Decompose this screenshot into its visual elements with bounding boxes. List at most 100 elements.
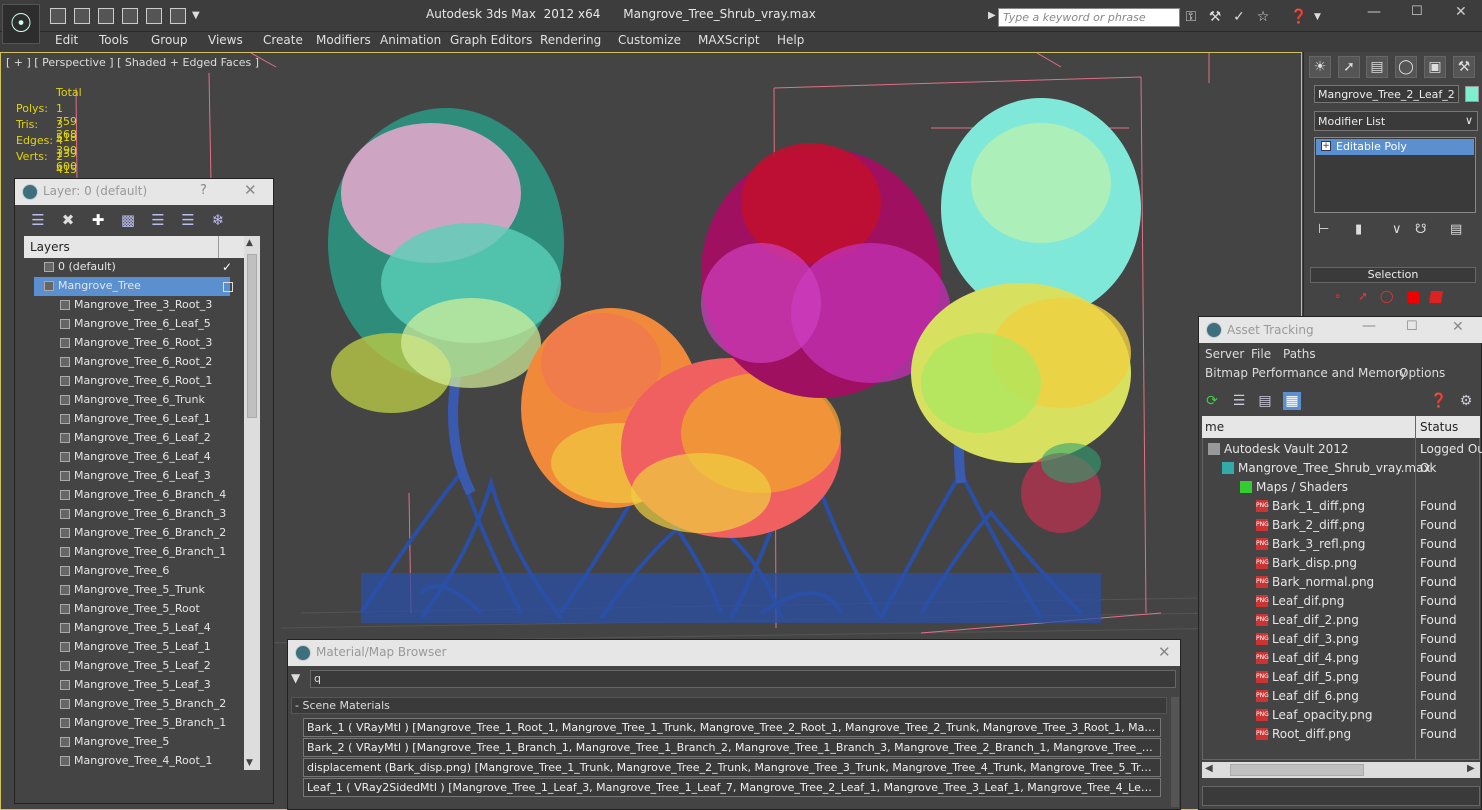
minimize-icon[interactable]: — bbox=[1367, 4, 1381, 20]
edge-mode-icon[interactable]: ➚ bbox=[1358, 289, 1368, 303]
layer-row[interactable]: Mangrove_Tree_6_Branch_2 bbox=[24, 524, 244, 543]
asset-row[interactable]: PNG Leaf_dif_6.png Found bbox=[1202, 687, 1480, 706]
modifier-stack-item-editable-poly[interactable]: Editable Poly bbox=[1316, 139, 1474, 155]
hierarchy-tab-icon[interactable]: ▤ bbox=[1366, 56, 1388, 78]
expand-plus-icon[interactable]: + bbox=[1321, 141, 1331, 151]
list-view-icon[interactable]: ☰ bbox=[1230, 392, 1248, 410]
remove-modifier-icon[interactable]: ☋ bbox=[1415, 222, 1427, 237]
material-browser-title[interactable]: Material/Map Browser bbox=[288, 640, 1180, 666]
asset-menu-paths[interactable]: Paths bbox=[1283, 347, 1316, 361]
motion-tab-icon[interactable]: ◯ bbox=[1395, 56, 1417, 78]
element-mode-icon[interactable] bbox=[1428, 291, 1444, 303]
layers-list[interactable]: 0 (default) Mangrove_Tree Mangrove_Tree_3_… bbox=[24, 258, 244, 770]
layer-row[interactable]: Mangrove_Tree_5_Leaf_4 bbox=[24, 619, 244, 638]
asset-row[interactable]: Mangrove_Tree_Shrub_vray.max Ok bbox=[1202, 459, 1480, 478]
asset-row[interactable]: PNG Bark_normal.png Found bbox=[1202, 573, 1480, 592]
vertex-mode-icon[interactable]: ∘ bbox=[1334, 289, 1342, 303]
search-expand-icon[interactable]: ▶ bbox=[988, 10, 996, 21]
layer-row[interactable]: Mangrove_Tree_6 bbox=[24, 562, 244, 581]
quick-access-dropdown-icon[interactable]: ▼ bbox=[192, 10, 200, 21]
asset-row[interactable]: PNG Leaf_dif.png Found bbox=[1202, 592, 1480, 611]
subscription-icon[interactable]: ⚒ bbox=[1206, 9, 1224, 25]
set-current-layer-icon[interactable] bbox=[223, 282, 233, 292]
scene-materials-group[interactable]: - Scene Materials bbox=[291, 697, 1167, 714]
layer-help-button[interactable]: ? bbox=[200, 183, 207, 198]
object-name-field[interactable]: Mangrove_Tree_2_Leaf_2 bbox=[1314, 85, 1459, 103]
asset-row[interactable]: PNG Root_diff.png Found bbox=[1202, 725, 1480, 744]
asset-help-icon[interactable]: ❓ bbox=[1430, 392, 1448, 410]
layer-row[interactable]: Mangrove_Tree_6_Trunk bbox=[24, 391, 244, 410]
scroll-right-icon[interactable]: ▶ bbox=[1467, 763, 1475, 774]
menu-animation[interactable]: Animation bbox=[380, 33, 441, 47]
menu-rendering[interactable]: Rendering bbox=[540, 33, 601, 47]
column-status-header[interactable]: Status bbox=[1420, 420, 1458, 434]
asset-row[interactable]: PNG Bark_1_diff.png Found bbox=[1202, 497, 1480, 516]
menu-help[interactable]: Help bbox=[777, 33, 804, 47]
layer-row[interactable]: Mangrove_Tree_6_Leaf_5 bbox=[24, 315, 244, 334]
hide-all-icon[interactable]: ☰ bbox=[178, 210, 198, 230]
layer-row[interactable]: Mangrove_Tree_6_Root_1 bbox=[24, 372, 244, 391]
help-icon[interactable]: ❓ bbox=[1290, 9, 1308, 25]
layer-row[interactable]: Mangrove_Tree_5_Leaf_2 bbox=[24, 657, 244, 676]
asset-menu-bitmap-performance[interactable]: Bitmap Performance and Memory bbox=[1205, 366, 1407, 380]
asset-row[interactable]: PNG Leaf_dif_4.png Found bbox=[1202, 649, 1480, 668]
communication-center-icon[interactable]: ✓ bbox=[1230, 9, 1248, 25]
layer-row[interactable]: Mangrove_Tree_4_Root_1 bbox=[24, 752, 244, 770]
asset-scroll-thumb[interactable] bbox=[1230, 764, 1364, 776]
add-to-layer-icon[interactable]: ✚ bbox=[88, 210, 108, 230]
menu-create[interactable]: Create bbox=[263, 33, 303, 47]
layer-row[interactable]: Mangrove_Tree_5 bbox=[24, 733, 244, 752]
material-browser-scrollbar[interactable] bbox=[1171, 697, 1179, 807]
make-unique-icon[interactable]: ∨ bbox=[1392, 222, 1402, 237]
display-tab-icon[interactable]: ▣ bbox=[1424, 56, 1446, 78]
layer-row[interactable]: Mangrove_Tree_6_Branch_1 bbox=[24, 543, 244, 562]
asset-row[interactable]: PNG Bark_2_diff.png Found bbox=[1202, 516, 1480, 535]
menu-edit[interactable]: Edit bbox=[55, 33, 78, 47]
menu-tools[interactable]: Tools bbox=[99, 33, 129, 47]
menu-views[interactable]: Views bbox=[208, 33, 243, 47]
layers-scroll-thumb[interactable] bbox=[247, 254, 257, 418]
menu-customize[interactable]: Customize bbox=[618, 33, 681, 47]
create-tab-icon[interactable]: ☀ bbox=[1309, 56, 1331, 78]
layer-manager-title[interactable]: Layer: 0 (default) bbox=[15, 179, 273, 205]
highlight-layer-icon[interactable]: ☰ bbox=[148, 210, 168, 230]
modifier-list-dropdown[interactable]: Modifier List ∨ bbox=[1314, 111, 1478, 131]
maximize-icon[interactable]: ☐ bbox=[1411, 4, 1423, 19]
asset-row[interactable]: PNG Bark_3_refl.png Found bbox=[1202, 535, 1480, 554]
asset-row[interactable]: PNG Leaf_dif_3.png Found bbox=[1202, 630, 1480, 649]
fetch-icon[interactable] bbox=[170, 8, 186, 24]
help-dropdown-icon[interactable]: ▼ bbox=[1314, 12, 1321, 22]
layer-row[interactable]: Mangrove_Tree_6_Leaf_4 bbox=[24, 448, 244, 467]
border-mode-icon[interactable]: ◯ bbox=[1380, 289, 1393, 303]
asset-row[interactable]: PNG Leaf_dif_2.png Found bbox=[1202, 611, 1480, 630]
layer-close-icon[interactable]: ✕ bbox=[244, 181, 257, 199]
material-row[interactable]: displacement (Bark_disp.png) [Mangrove_T… bbox=[303, 758, 1161, 777]
thumbnail-view-icon[interactable]: ▤ bbox=[1256, 392, 1274, 410]
column-name-header[interactable]: me bbox=[1205, 420, 1224, 434]
asset-minimize-icon[interactable]: — bbox=[1362, 318, 1376, 334]
asset-path-field[interactable] bbox=[1202, 786, 1480, 806]
scroll-down-icon[interactable]: ▼ bbox=[246, 758, 253, 768]
search-input[interactable]: Type a keyword or phrase bbox=[998, 8, 1180, 27]
asset-row[interactable]: PNG Bark_disp.png Found bbox=[1202, 554, 1480, 573]
freeze-all-icon[interactable]: ❄ bbox=[208, 210, 228, 230]
layer-row[interactable]: Mangrove_Tree_5_Leaf_3 bbox=[24, 676, 244, 695]
asset-menu-file[interactable]: File bbox=[1251, 347, 1271, 361]
layer-row[interactable]: Mangrove_Tree_6_Branch_4 bbox=[24, 486, 244, 505]
show-end-result-icon[interactable]: ▮ bbox=[1355, 222, 1362, 237]
create-layer-icon[interactable]: ☰ bbox=[28, 210, 48, 230]
selection-rollout-header[interactable]: Selection bbox=[1310, 267, 1476, 283]
layer-row[interactable]: Mangrove_Tree_3_Root_3 bbox=[24, 296, 244, 315]
asset-settings-icon[interactable]: ⚙ bbox=[1457, 392, 1475, 410]
select-objects-icon[interactable]: ▩ bbox=[118, 210, 138, 230]
redo-icon[interactable] bbox=[122, 8, 138, 24]
material-search-input[interactable]: q bbox=[310, 670, 1176, 688]
asset-row[interactable]: Autodesk Vault 2012 Logged Ou bbox=[1202, 440, 1482, 459]
layer-row[interactable]: Mangrove_Tree_5_Root bbox=[24, 600, 244, 619]
table-view-icon[interactable]: ▦ bbox=[1283, 392, 1301, 410]
pin-stack-icon[interactable]: ⊢ bbox=[1318, 222, 1329, 237]
layer-row[interactable]: Mangrove_Tree_6_Leaf_1 bbox=[24, 410, 244, 429]
menu-maxscript[interactable]: MAXScript bbox=[698, 33, 760, 47]
material-browser-close-icon[interactable]: ✕ bbox=[1158, 643, 1171, 661]
asset-menu-server[interactable]: Server bbox=[1205, 347, 1244, 361]
